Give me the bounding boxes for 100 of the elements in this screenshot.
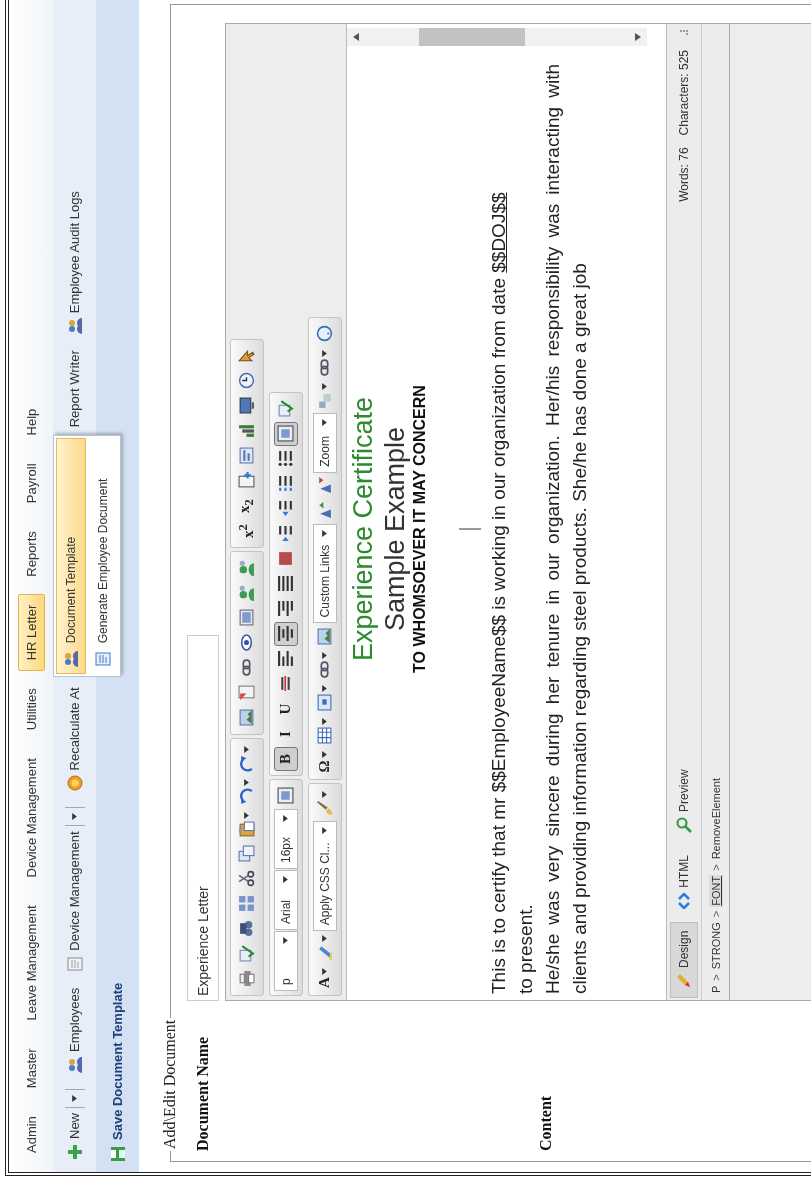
scrollbar-thumb[interactable] bbox=[419, 28, 525, 46]
up-arrow-icon[interactable] bbox=[353, 33, 359, 41]
mode-tab[interactable]: HTML bbox=[670, 845, 698, 918]
path-separator: > bbox=[709, 864, 722, 871]
form-icon bbox=[238, 447, 255, 465]
caret-icon bbox=[322, 652, 327, 660]
plus-icon bbox=[66, 1144, 83, 1160]
scrollbar[interactable] bbox=[347, 28, 647, 46]
caret-icon bbox=[322, 685, 327, 693]
dropdown[interactable]: Custom Links bbox=[312, 523, 337, 624]
resize-grip-icon[interactable] bbox=[680, 30, 688, 38]
indent-icon bbox=[277, 525, 294, 543]
menu-item[interactable]: Leave Management bbox=[17, 894, 45, 1032]
toolbar-button[interactable]: Employee Audit Logs bbox=[62, 185, 87, 341]
document-icon bbox=[238, 684, 255, 702]
menu-item[interactable]: Document Template bbox=[56, 438, 86, 675]
caret-icon bbox=[322, 968, 327, 976]
outdent-icon bbox=[277, 500, 294, 518]
format-button[interactable]: A bbox=[312, 965, 337, 991]
caret-icon bbox=[322, 349, 327, 357]
table-icon bbox=[316, 727, 333, 745]
caret-icon bbox=[322, 418, 327, 426]
menu-item[interactable]: Master bbox=[17, 1037, 45, 1100]
dropdown[interactable]: p bbox=[273, 931, 298, 991]
format-button[interactable]: U bbox=[273, 697, 298, 721]
help-icon bbox=[316, 325, 333, 343]
caret-icon bbox=[244, 746, 249, 753]
paragraph: This is to certify that mr $$EmployeeName$$ is working in our organization from date $$DOJ$$ to present. bbox=[487, 191, 537, 994]
copy-icon bbox=[238, 845, 255, 863]
people-icon bbox=[66, 1057, 83, 1073]
input-field[interactable]: Experience Letter bbox=[187, 635, 219, 1001]
path-item[interactable]: STRONG bbox=[708, 921, 723, 971]
menu-item[interactable]: Device Management bbox=[17, 747, 45, 889]
mode-tab[interactable]: Preview bbox=[670, 760, 698, 842]
picture-icon bbox=[238, 609, 255, 627]
dropdown[interactable]: Apply CSS Cl... bbox=[312, 821, 337, 932]
image-icon bbox=[238, 709, 255, 727]
dropdown[interactable]: Zoom bbox=[312, 412, 337, 473]
caret-icon bbox=[283, 876, 288, 883]
document-icon bbox=[95, 651, 111, 668]
caret-icon bbox=[244, 812, 249, 819]
menu-item[interactable]: Help bbox=[17, 397, 45, 447]
clock-icon bbox=[238, 372, 255, 390]
document-heading: Experience Certificate bbox=[347, 395, 379, 664]
caret-icon bbox=[322, 827, 327, 835]
toolbar-button[interactable]: Device Management bbox=[60, 801, 89, 978]
coin-icon bbox=[66, 775, 83, 792]
monitor-icon bbox=[238, 397, 255, 415]
printer-icon bbox=[238, 970, 255, 988]
undo-icon bbox=[238, 788, 255, 805]
pencil-icon bbox=[676, 973, 692, 989]
menu-item[interactable]: Admin bbox=[17, 1105, 45, 1164]
toolbar-button[interactable]: Employees bbox=[62, 981, 87, 1079]
down-arrow-icon[interactable] bbox=[635, 33, 641, 41]
caret-icon bbox=[322, 935, 327, 943]
color-swatch-icon bbox=[277, 550, 294, 568]
toolbar-button[interactable]: Recalculate At bbox=[62, 681, 87, 798]
format-button[interactable]: I bbox=[273, 722, 298, 746]
menu-item[interactable]: Utilities bbox=[17, 677, 45, 742]
path-item[interactable]: P bbox=[708, 984, 723, 994]
menu-item[interactable]: Generate Employee Document bbox=[88, 438, 118, 675]
menu-item[interactable]: Payroll bbox=[17, 452, 45, 515]
spellcheck-icon bbox=[238, 945, 255, 963]
caret-icon bbox=[322, 791, 327, 799]
field-label: Content bbox=[537, 1094, 555, 1151]
shrink-font-icon bbox=[316, 477, 333, 495]
tool-button[interactable] bbox=[273, 622, 298, 646]
format-button[interactable]: B bbox=[273, 747, 298, 771]
person-icon bbox=[238, 584, 255, 602]
toolbar-button[interactable]: Report Writer bbox=[63, 344, 86, 434]
path-item[interactable]: FONT bbox=[708, 874, 723, 907]
scissors-icon bbox=[238, 870, 255, 888]
path-separator: > bbox=[709, 974, 722, 981]
path-separator: > bbox=[709, 910, 722, 918]
caret-icon bbox=[322, 751, 327, 759]
frame-icon bbox=[277, 787, 294, 805]
caret-icon bbox=[72, 1095, 77, 1102]
mode-tab[interactable]: Design bbox=[670, 921, 698, 998]
image-icon bbox=[316, 627, 333, 645]
format-button[interactable]: Ω bbox=[312, 748, 337, 776]
path-item[interactable]: RemoveElement bbox=[708, 777, 723, 861]
table-cell-icon bbox=[316, 694, 333, 712]
code-icon bbox=[676, 892, 692, 909]
caret-icon bbox=[244, 779, 249, 786]
menu-item[interactable]: HR Letter bbox=[17, 593, 45, 672]
numbered-list-icon bbox=[277, 475, 294, 493]
dropdown[interactable]: 16px bbox=[273, 809, 298, 869]
justify-icon bbox=[277, 575, 294, 593]
caret-icon bbox=[72, 813, 77, 821]
align-right-icon bbox=[277, 600, 294, 618]
save-button[interactable]: Save Document Template bbox=[105, 978, 130, 1166]
frame-icon bbox=[277, 425, 294, 443]
toolbar-button[interactable]: New bbox=[60, 1083, 89, 1166]
brush-icon bbox=[316, 800, 333, 818]
person-icon bbox=[238, 559, 255, 577]
document-subtitle: Sample Example bbox=[379, 425, 411, 634]
people-icon bbox=[63, 651, 79, 668]
word-count: Words: 76 bbox=[677, 147, 691, 202]
menu-item[interactable]: Reports bbox=[17, 520, 45, 588]
dropdown[interactable]: Arial bbox=[273, 870, 298, 930]
